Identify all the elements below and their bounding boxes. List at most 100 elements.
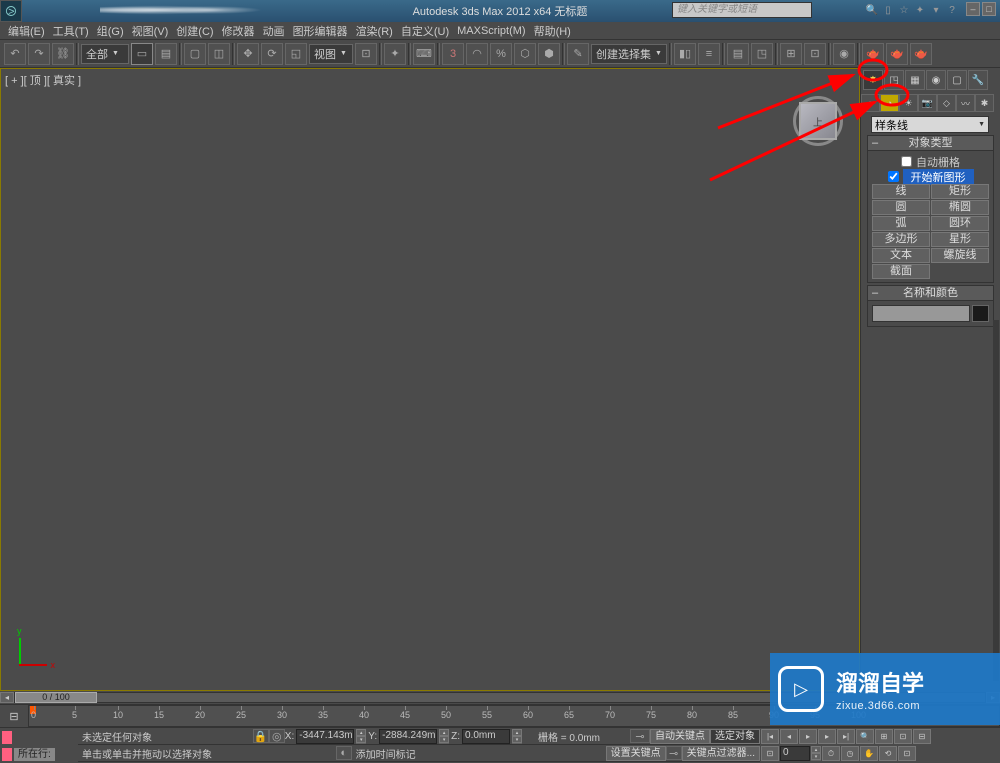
- goto-end-button[interactable]: ▸|: [837, 729, 855, 744]
- keyboard-shortcut-button[interactable]: ⌨: [413, 43, 435, 65]
- coord-x-input[interactable]: -3447.143m: [296, 729, 354, 744]
- object-color-swatch[interactable]: [972, 305, 989, 322]
- viewport-label[interactable]: [ + ][ 顶 ][ 真实 ]: [5, 72, 81, 88]
- select-region-button[interactable]: ▢: [184, 43, 206, 65]
- sub-helpers[interactable]: ◇: [937, 94, 956, 112]
- menu-maxscript[interactable]: MAXScript(M): [457, 25, 525, 37]
- btn-ellipse[interactable]: 椭圆: [931, 200, 989, 215]
- setkey-anim-button[interactable]: ⊸: [666, 746, 682, 760]
- btn-helix[interactable]: 螺旋线: [931, 248, 989, 263]
- viewcube[interactable]: 上: [789, 92, 849, 152]
- menu-animation[interactable]: 动画: [263, 23, 285, 39]
- frame-spinner[interactable]: ▴▾: [811, 746, 821, 761]
- snap-toggle-button[interactable]: 3: [442, 43, 464, 65]
- percent-snap-button[interactable]: %: [490, 43, 512, 65]
- selected-dropdown[interactable]: 选定对象: [710, 729, 760, 744]
- sub-geometry[interactable]: ●: [861, 94, 880, 112]
- rollout-header-type[interactable]: 对象类型: [868, 136, 993, 151]
- next-frame-button[interactable]: ▸: [818, 729, 836, 744]
- nav-zoom[interactable]: 🔍: [856, 729, 874, 744]
- nav-zoom-all[interactable]: ⊞: [875, 729, 893, 744]
- cmd-tab-create[interactable]: ✸: [863, 70, 883, 90]
- frame-input[interactable]: 0: [780, 746, 810, 761]
- sub-cameras[interactable]: 📷: [918, 94, 937, 112]
- menu-grapheditors[interactable]: 图形编辑器: [293, 23, 348, 39]
- rollout-header-name[interactable]: 名称和颜色: [868, 286, 993, 301]
- named-sel-button[interactable]: ✎: [567, 43, 589, 65]
- pivot-center-button[interactable]: ⊡: [355, 43, 377, 65]
- undo-button[interactable]: ↶: [4, 43, 26, 65]
- btn-arc[interactable]: 弧: [872, 216, 930, 231]
- signin-icon[interactable]: ▾: [928, 2, 944, 18]
- help-icon[interactable]: ?: [944, 2, 960, 18]
- nav-pan[interactable]: ✋: [860, 746, 878, 761]
- nav-zoom-ext[interactable]: ⊡: [894, 729, 912, 744]
- subscription-icon[interactable]: ▯: [880, 2, 896, 18]
- btn-ngon[interactable]: 多边形: [872, 232, 930, 247]
- add-time-tag[interactable]: 添加时间标记: [352, 746, 432, 761]
- redo-button[interactable]: ↷: [28, 43, 50, 65]
- autogrid-checkbox[interactable]: [901, 156, 912, 167]
- rotate-button[interactable]: ⟳: [261, 43, 283, 65]
- viewcube-face[interactable]: 上: [799, 102, 837, 140]
- cmd-tab-hierarchy[interactable]: ▦: [905, 70, 925, 90]
- isolate-icon[interactable]: ◎: [269, 729, 285, 743]
- angle-snap-button[interactable]: ◠: [466, 43, 488, 65]
- exchange-icon[interactable]: ☆: [896, 2, 912, 18]
- sub-systems[interactable]: ✱: [975, 94, 994, 112]
- object-name-input[interactable]: [872, 305, 970, 322]
- scale-button[interactable]: ◱: [285, 43, 307, 65]
- spinner-snap-button[interactable]: ⬡: [514, 43, 536, 65]
- setkey-button[interactable]: 设置关键点: [606, 746, 666, 761]
- cmd-tab-motion[interactable]: ◉: [926, 70, 946, 90]
- keymode-button[interactable]: ⊡: [761, 746, 779, 761]
- minimize-button[interactable]: –: [966, 2, 980, 16]
- sub-spacewarps[interactable]: 〰: [956, 94, 975, 112]
- time-tag-icon[interactable]: ◐: [336, 746, 352, 760]
- menu-tools[interactable]: 工具(T): [53, 23, 89, 39]
- manipulate-button[interactable]: ✦: [384, 43, 406, 65]
- panel-scroll-track[interactable]: [993, 320, 999, 681]
- mirror-button[interactable]: ▮▯: [674, 43, 696, 65]
- curve-editor-button[interactable]: ⊞: [780, 43, 802, 65]
- selection-filter-dropdown[interactable]: 全部: [81, 44, 129, 64]
- align-button[interactable]: ≡: [698, 43, 720, 65]
- btn-text[interactable]: 文本: [872, 248, 930, 263]
- graphite-button[interactable]: ◳: [751, 43, 773, 65]
- time-config-button[interactable]: ⏱: [822, 746, 840, 761]
- viewport-top[interactable]: [ + ][ 顶 ][ 真实 ] 上: [0, 68, 860, 691]
- selection-lock-icon[interactable]: 🔒: [253, 729, 269, 743]
- coord-z-spinner[interactable]: ▴▾: [512, 729, 522, 744]
- slider-prev[interactable]: ◂: [0, 692, 14, 703]
- play-button[interactable]: ▸: [799, 729, 817, 744]
- help-search-input[interactable]: 键入关键字或短语: [672, 2, 812, 18]
- favorites-icon[interactable]: ✦: [912, 2, 928, 18]
- nav-zoom-ext-all[interactable]: ⊟: [913, 729, 931, 744]
- coord-x-spinner[interactable]: ▴▾: [356, 729, 366, 744]
- layer-button[interactable]: ▤: [727, 43, 749, 65]
- nav-max-toggle[interactable]: ⊡: [898, 746, 916, 761]
- render-button[interactable]: 🫖: [910, 43, 932, 65]
- schematic-button[interactable]: ⊡: [804, 43, 826, 65]
- edged-faces-button[interactable]: ⬢: [538, 43, 560, 65]
- btn-star[interactable]: 星形: [931, 232, 989, 247]
- goto-start-button[interactable]: |◂: [761, 729, 779, 744]
- select-object-button[interactable]: ▭: [131, 43, 153, 65]
- search-icon[interactable]: 🔍: [864, 2, 880, 18]
- startnew-checkbox[interactable]: [888, 171, 899, 182]
- btn-line[interactable]: 线: [872, 184, 930, 199]
- key-mode-icon[interactable]: ⊸: [630, 729, 650, 743]
- menu-create[interactable]: 创建(C): [176, 23, 213, 39]
- autokey-button[interactable]: 自动关键点: [650, 729, 710, 744]
- prev-frame-button[interactable]: ◂: [780, 729, 798, 744]
- named-sel-dropdown[interactable]: 创建选择集: [591, 44, 667, 64]
- render-setup-button[interactable]: 🫖: [862, 43, 884, 65]
- nav-fov[interactable]: ◷: [841, 746, 859, 761]
- menu-help[interactable]: 帮助(H): [534, 23, 571, 39]
- menu-customize[interactable]: 自定义(U): [401, 23, 449, 39]
- coord-z-input[interactable]: 0.0mm: [462, 729, 510, 744]
- coord-y-spinner[interactable]: ▴▾: [439, 729, 449, 744]
- menu-rendering[interactable]: 渲染(R): [356, 23, 393, 39]
- keyfilter-button[interactable]: 关键点过滤器...: [682, 746, 760, 761]
- cmd-tab-modify[interactable]: ◳: [884, 70, 904, 90]
